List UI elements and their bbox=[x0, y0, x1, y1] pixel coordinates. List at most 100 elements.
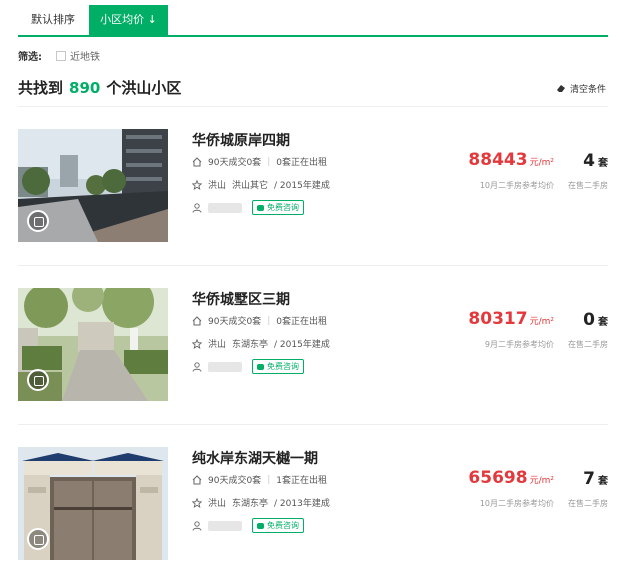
for-sale-count[interactable]: 4套 bbox=[566, 151, 608, 171]
near-subway-label[interactable]: 近地铁 bbox=[70, 48, 100, 63]
listing-photo[interactable] bbox=[18, 288, 168, 401]
count-value: 0 bbox=[583, 310, 595, 330]
district-link[interactable]: 洪山 bbox=[208, 178, 226, 191]
listing-photo[interactable] bbox=[18, 447, 168, 560]
person-icon bbox=[192, 520, 202, 531]
separator: | bbox=[267, 156, 271, 167]
average-price: 80317 元/m² bbox=[464, 309, 554, 329]
house-icon bbox=[192, 315, 202, 325]
free-consult-button[interactable]: 免费咨询 bbox=[252, 359, 304, 374]
sort-tabs: 默认排序 小区均价 ↓ bbox=[18, 5, 608, 37]
listing-agent-row: 免费咨询 bbox=[192, 200, 304, 215]
price-description: 10月二手房参考均价 bbox=[479, 181, 554, 190]
price-value: 65698 bbox=[468, 468, 528, 488]
count-value: 7 bbox=[583, 469, 595, 489]
deal-count[interactable]: 90天成交0套 bbox=[208, 473, 261, 486]
count-unit: 套 bbox=[598, 476, 608, 487]
deal-count[interactable]: 90天成交0套 bbox=[208, 314, 261, 327]
listing-photo[interactable] bbox=[18, 129, 168, 242]
filter-bar: 筛选: 近地铁 bbox=[18, 48, 100, 63]
average-price: 65698 元/m² bbox=[464, 468, 554, 488]
headline-suffix: 个洪山小区 bbox=[106, 79, 182, 97]
rent-count[interactable]: 1套正在出租 bbox=[276, 473, 327, 486]
rent-count[interactable]: 0套正在出租 bbox=[276, 155, 327, 168]
divider bbox=[18, 106, 608, 107]
star-icon bbox=[192, 179, 202, 190]
listing-agent-row: 免费咨询 bbox=[192, 359, 304, 374]
average-price: 88443 元/m² bbox=[464, 150, 554, 170]
free-consult-button[interactable]: 免费咨询 bbox=[252, 200, 304, 215]
price-unit: 元/m² bbox=[529, 476, 554, 486]
build-year: / 2015年建成 bbox=[274, 181, 330, 191]
listing-item: 华侨城墅区三期 90天成交0套 | 0套正在出租 洪山 东湖东亭 / 2015年… bbox=[18, 288, 608, 402]
chat-icon bbox=[257, 204, 264, 211]
for-sale-count[interactable]: 7套 bbox=[566, 469, 608, 489]
result-headline: 共找到 890 个洪山小区 bbox=[18, 77, 181, 98]
star-icon bbox=[192, 338, 202, 349]
vr-view-icon[interactable] bbox=[27, 210, 49, 232]
separator: | bbox=[267, 474, 271, 485]
price-description: 10月二手房参考均价 bbox=[479, 499, 554, 508]
for-sale-label: 在售二手房 bbox=[568, 499, 608, 508]
result-count: 890 bbox=[69, 79, 101, 97]
vr-view-icon[interactable] bbox=[27, 528, 49, 550]
count-unit: 套 bbox=[598, 317, 608, 328]
chat-icon bbox=[257, 363, 264, 370]
listing-location-row: 洪山 东湖东亭 / 2013年建成 bbox=[192, 496, 330, 509]
near-subway-checkbox[interactable] bbox=[56, 50, 66, 61]
tab-average-price-sort[interactable]: 小区均价 ↓ bbox=[89, 5, 168, 35]
price-unit: 元/m² bbox=[529, 317, 554, 327]
listing-location-row: 洪山 东湖东亭 / 2015年建成 bbox=[192, 337, 330, 350]
house-icon bbox=[192, 156, 202, 166]
listing-deal-row: 90天成交0套 | 1套正在出租 bbox=[192, 473, 327, 486]
person-icon bbox=[192, 361, 202, 372]
build-year: / 2013年建成 bbox=[274, 499, 330, 509]
deal-count[interactable]: 90天成交0套 bbox=[208, 155, 261, 168]
tab-default-sort[interactable]: 默认排序 bbox=[18, 5, 88, 35]
area-link[interactable]: 洪山其它 bbox=[232, 178, 268, 191]
house-icon bbox=[192, 474, 202, 484]
eraser-icon bbox=[556, 85, 565, 92]
chat-icon bbox=[257, 522, 264, 529]
count-value: 4 bbox=[583, 151, 595, 171]
divider bbox=[18, 265, 608, 266]
listing-title[interactable]: 华侨城墅区三期 bbox=[192, 289, 290, 309]
agent-name-blurred bbox=[208, 361, 242, 372]
listing-item: 华侨城原岸四期 90天成交0套 | 0套正在出租 洪山 洪山其它 / 2015年… bbox=[18, 129, 608, 243]
price-description: 9月二手房参考均价 bbox=[484, 340, 554, 349]
star-icon bbox=[192, 497, 202, 508]
free-consult-label: 免费咨询 bbox=[267, 521, 299, 530]
listing-deal-row: 90天成交0套 | 0套正在出租 bbox=[192, 314, 327, 327]
listing-agent-row: 免费咨询 bbox=[192, 518, 304, 533]
build-year: / 2015年建成 bbox=[274, 340, 330, 350]
count-unit: 套 bbox=[598, 158, 608, 169]
person-icon bbox=[192, 202, 202, 213]
separator: | bbox=[267, 315, 271, 326]
listing-title[interactable]: 纯水岸东湖天樾一期 bbox=[192, 448, 318, 468]
for-sale-count[interactable]: 0套 bbox=[566, 310, 608, 330]
listing-deal-row: 90天成交0套 | 0套正在出租 bbox=[192, 155, 327, 168]
district-link[interactable]: 洪山 bbox=[208, 337, 226, 350]
listing-item: 纯水岸东湖天樾一期 90天成交0套 | 1套正在出租 洪山 东湖东亭 / 201… bbox=[18, 447, 608, 561]
filter-label: 筛选: bbox=[18, 52, 42, 63]
free-consult-label: 免费咨询 bbox=[267, 362, 299, 371]
price-unit: 元/m² bbox=[529, 158, 554, 168]
price-value: 80317 bbox=[468, 309, 528, 329]
clear-filters-label: 清空条件 bbox=[569, 85, 606, 95]
listing-location-row: 洪山 洪山其它 / 2015年建成 bbox=[192, 178, 330, 191]
headline-prefix: 共找到 bbox=[18, 79, 64, 97]
district-link[interactable]: 洪山 bbox=[208, 496, 226, 509]
free-consult-label: 免费咨询 bbox=[267, 203, 299, 212]
for-sale-label: 在售二手房 bbox=[568, 181, 608, 190]
area-link[interactable]: 东湖东亭 bbox=[232, 337, 268, 350]
price-value: 88443 bbox=[468, 150, 528, 170]
free-consult-button[interactable]: 免费咨询 bbox=[252, 518, 304, 533]
agent-name-blurred bbox=[208, 202, 242, 213]
divider bbox=[18, 424, 608, 425]
rent-count[interactable]: 0套正在出租 bbox=[276, 314, 327, 327]
for-sale-label: 在售二手房 bbox=[568, 340, 608, 349]
area-link[interactable]: 东湖东亭 bbox=[232, 496, 268, 509]
vr-view-icon[interactable] bbox=[27, 369, 49, 391]
clear-filters-button[interactable]: 清空条件 bbox=[556, 82, 606, 95]
listing-title[interactable]: 华侨城原岸四期 bbox=[192, 130, 290, 150]
